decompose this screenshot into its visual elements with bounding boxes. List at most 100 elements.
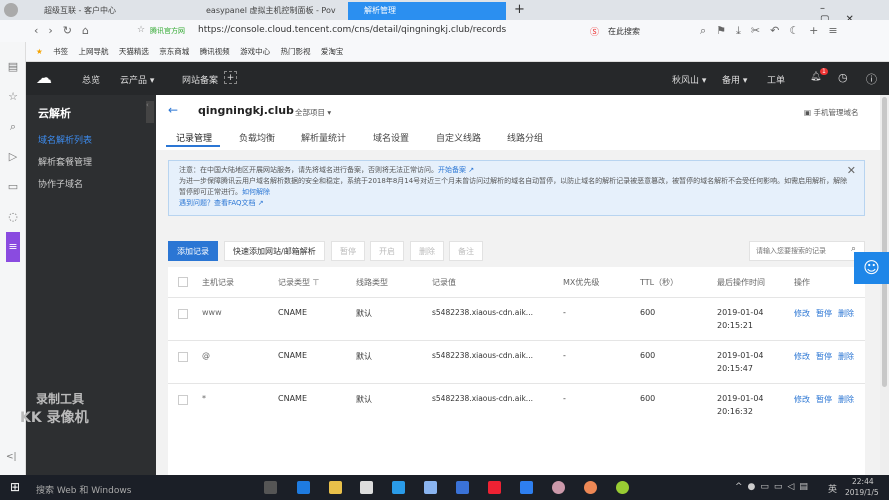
- bookmark[interactable]: 热门影视: [280, 47, 310, 56]
- tab-line-groups[interactable]: 线路分组: [507, 131, 543, 144]
- uws-icon[interactable]: ▭: [6, 172, 20, 202]
- bookmark[interactable]: 腾讯视频: [200, 47, 230, 56]
- bookmark[interactable]: 游戏中心: [240, 47, 270, 56]
- tab-stats[interactable]: 解析量统计: [301, 131, 346, 144]
- help-icon[interactable]: ⓘ: [866, 71, 877, 87]
- app-icon[interactable]: [488, 481, 501, 494]
- windows-start-icon[interactable]: ⊞: [10, 480, 20, 494]
- cell-date: 2019-01-04: [717, 394, 764, 403]
- tab-records[interactable]: 记录管理: [176, 131, 212, 144]
- close-icon[interactable]: ✕: [847, 165, 856, 176]
- beian-link[interactable]: 开始备案: [438, 166, 466, 174]
- nav-billing[interactable]: 备用 ▾: [722, 73, 747, 86]
- sidebar-item-domain-list[interactable]: 域名解析列表: [38, 133, 92, 146]
- sidebar-collapse-icon[interactable]: ‹: [146, 101, 154, 123]
- pause-link[interactable]: 暂停: [816, 308, 832, 319]
- notes-icon[interactable]: ▤: [6, 52, 20, 82]
- avatar[interactable]: [4, 3, 18, 17]
- tray-icons[interactable]: ^●▭▭◁▤: [735, 482, 813, 492]
- pause-link[interactable]: 暂停: [816, 351, 832, 362]
- clock-time[interactable]: 22:44: [852, 477, 874, 486]
- nav-beian[interactable]: 网站备案: [182, 73, 218, 86]
- browser-icon[interactable]: [392, 481, 405, 494]
- filter-icon[interactable]: ⊤: [313, 278, 320, 287]
- clock-icon[interactable]: ◷: [838, 71, 848, 84]
- unpause-link[interactable]: 如何解除: [242, 188, 270, 196]
- url-input[interactable]: https://console.cloud.tencent.com/cns/de…: [198, 25, 506, 35]
- store-icon[interactable]: [360, 481, 373, 494]
- scrollbar[interactable]: [880, 95, 889, 475]
- mobile-manage-link[interactable]: ▣ 手机管理域名: [804, 107, 858, 118]
- enable-button[interactable]: 开启: [370, 241, 404, 261]
- remark-button[interactable]: 备注: [449, 241, 483, 261]
- nav-ticket[interactable]: 工单: [767, 73, 785, 86]
- back-arrow-icon[interactable]: ←: [168, 103, 178, 117]
- new-tab-icon[interactable]: +: [514, 2, 525, 17]
- select-all-checkbox[interactable]: [178, 277, 188, 287]
- column-header[interactable]: 记录类型 ⊤: [278, 277, 320, 288]
- nav-account[interactable]: 秋风山 ▾: [672, 73, 706, 86]
- bookmark[interactable]: 爱淘宝: [321, 47, 344, 56]
- edge-icon[interactable]: [297, 481, 310, 494]
- faq-link[interactable]: 遇到问题？查看FAQ文档: [179, 199, 256, 207]
- customer-service-icon[interactable]: ☺: [854, 252, 889, 284]
- edit-link[interactable]: 修改: [794, 308, 810, 319]
- row-checkbox[interactable]: [178, 309, 188, 319]
- sidebar: 云解析 ‹ 域名解析列表 解析套餐管理 协作子域名 录制工具 KK 录像机: [20, 95, 156, 475]
- browser-search[interactable]: 在此搜索: [608, 26, 640, 37]
- tab-load-balance[interactable]: 负载均衡: [239, 131, 275, 144]
- search-icon[interactable]: ⌕: [6, 112, 20, 142]
- delete-button[interactable]: 删除: [410, 241, 444, 261]
- nav-products[interactable]: 云产品 ▾: [120, 73, 154, 86]
- app-icon[interactable]: [552, 481, 565, 494]
- bookmark[interactable]: 天猫精选: [119, 47, 149, 56]
- bookmark[interactable]: 书签: [53, 47, 68, 56]
- notification-badge: 1: [820, 68, 828, 75]
- row-checkbox[interactable]: [178, 395, 188, 405]
- app-icon[interactable]: [424, 481, 437, 494]
- app-icon[interactable]: [616, 481, 629, 494]
- browser-tab[interactable]: 超级互联 - 客户中心: [28, 2, 178, 20]
- clock-date[interactable]: 2019/1/5: [845, 488, 879, 497]
- pause-button[interactable]: 暂停: [331, 241, 365, 261]
- nav-overview[interactable]: 总览: [82, 73, 100, 86]
- edit-link[interactable]: 修改: [794, 394, 810, 405]
- task-view-icon[interactable]: [264, 481, 277, 494]
- cell-host: @: [202, 351, 210, 360]
- browser-tools-icon[interactable]: ⌕⚑⤓✂↶☾+≡: [700, 24, 848, 38]
- tab-domain-settings[interactable]: 域名设置: [373, 131, 409, 144]
- delete-link[interactable]: 删除: [838, 394, 854, 405]
- row-checkbox[interactable]: [178, 352, 188, 362]
- delete-link[interactable]: 删除: [838, 308, 854, 319]
- quick-add-button[interactable]: 快速添加网站/邮箱解析: [224, 241, 325, 261]
- app-icon[interactable]: ≡: [6, 232, 20, 262]
- app-icon[interactable]: [456, 481, 469, 494]
- add-record-button[interactable]: 添加记录: [168, 241, 218, 261]
- search-engine-icon[interactable]: Ⓢ: [590, 25, 599, 38]
- bookmark[interactable]: 京东商城: [159, 47, 189, 56]
- nav-buttons-icon[interactable]: ‹›↻⌂: [34, 24, 99, 37]
- delete-link[interactable]: 删除: [838, 351, 854, 362]
- collapse-icon[interactable]: <|: [6, 452, 17, 462]
- record-search-input[interactable]: [749, 241, 865, 261]
- sidebar-item-packages[interactable]: 解析套餐管理: [38, 155, 92, 168]
- video-icon[interactable]: ▷: [6, 142, 20, 172]
- ime-indicator[interactable]: 英: [828, 482, 837, 495]
- app-icon[interactable]: [520, 481, 533, 494]
- browser-tab-active[interactable]: 解析管理: [348, 2, 506, 20]
- app-icon[interactable]: [584, 481, 597, 494]
- taskbar-search[interactable]: 搜索 Web 和 Windows: [36, 483, 131, 496]
- edit-link[interactable]: 修改: [794, 351, 810, 362]
- project-select[interactable]: 全部项目 ▾: [295, 107, 331, 118]
- browser-tab[interactable]: easypanel 虚拟主机控制面板 - Pov: [190, 2, 340, 20]
- chat-icon[interactable]: ◌: [6, 202, 20, 232]
- bookmark[interactable]: 上网导航: [79, 47, 109, 56]
- tencent-cloud-logo-icon[interactable]: ☁: [36, 68, 52, 87]
- star-icon[interactable]: ☆: [137, 25, 145, 35]
- explorer-icon[interactable]: [329, 481, 342, 494]
- tab-custom-lines[interactable]: 自定义线路: [436, 131, 481, 144]
- pause-link[interactable]: 暂停: [816, 394, 832, 405]
- sidebar-item-subdomain[interactable]: 协作子域名: [38, 177, 83, 190]
- add-shortcut-icon[interactable]: +: [224, 71, 237, 84]
- star-icon[interactable]: ☆: [6, 82, 20, 112]
